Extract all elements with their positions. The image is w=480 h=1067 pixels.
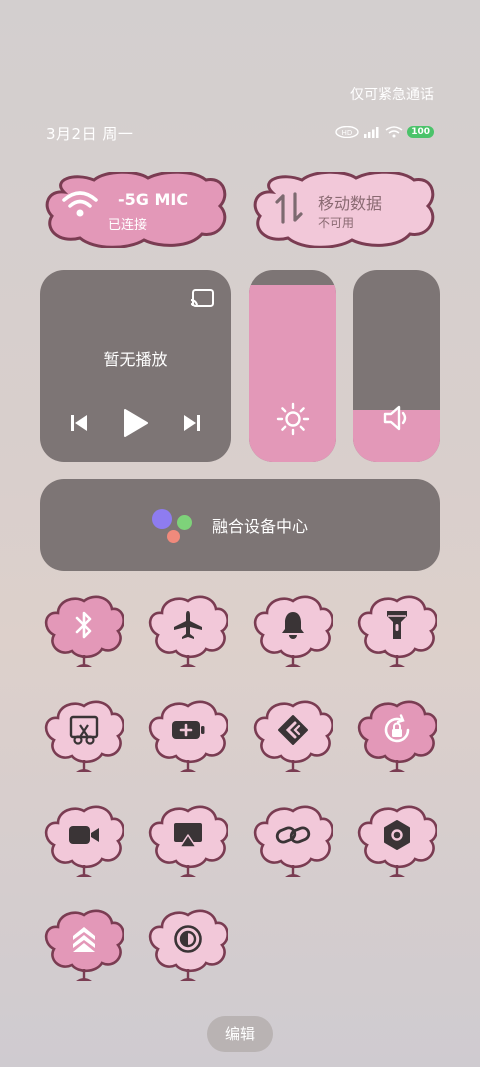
toggle-bluetooth[interactable]	[44, 595, 124, 675]
wifi-network-name: -5G MIC	[118, 190, 189, 209]
toggle-nfc[interactable]	[357, 805, 437, 885]
dark-mode-icon	[173, 924, 203, 958]
media-title: 暂无播放	[103, 350, 168, 369]
media-controls	[40, 408, 231, 442]
toggle-screenshot[interactable]	[44, 700, 124, 780]
link-icon	[275, 822, 311, 852]
mobile-data-status: 不可用	[318, 216, 355, 230]
toggle-screen-record[interactable]	[44, 805, 124, 885]
wifi-status-icon	[385, 126, 403, 138]
volume-icon	[382, 404, 412, 436]
signal-icon	[363, 126, 381, 138]
toggle-screen-cast[interactable]	[148, 805, 228, 885]
toggle-flashlight[interactable]	[357, 595, 437, 675]
play-icon[interactable]	[121, 408, 149, 442]
toggle-bell[interactable]	[253, 595, 333, 675]
device-center-label: 融合设备中心	[212, 517, 309, 536]
rotation-lock-icon	[381, 714, 413, 750]
emergency-calls-only-label: 仅可紧急通话	[350, 87, 434, 103]
hd-call-icon: HD	[335, 126, 359, 138]
cast-icon[interactable]	[189, 288, 215, 314]
volume-slider[interactable]	[353, 270, 440, 462]
toggle-battery-saver[interactable]	[148, 700, 228, 780]
mobile-data-tile[interactable]: 移动数据 不可用	[252, 172, 436, 248]
nfc-icon	[382, 819, 412, 855]
next-track-icon[interactable]	[181, 412, 203, 438]
battery-indicator: 100	[407, 126, 434, 138]
device-center-icon	[152, 509, 196, 543]
wifi-status: 已连接	[108, 218, 148, 233]
bell-icon	[279, 610, 307, 644]
toggle-share[interactable]	[253, 700, 333, 780]
brightness-slider[interactable]	[249, 270, 336, 462]
screen-record-icon	[67, 823, 101, 851]
status-icons: HD 100	[335, 124, 434, 140]
flashlight-icon	[385, 609, 409, 645]
wifi-tile[interactable]: -5G MIC 已连接	[44, 172, 228, 248]
date-label: 3月2日 周一	[46, 125, 134, 143]
airplane-icon	[172, 609, 204, 645]
bluetooth-icon	[73, 610, 95, 644]
performance-mode-icon	[70, 924, 98, 958]
mobile-data-label: 移动数据	[318, 194, 383, 213]
brightness-icon	[276, 402, 310, 440]
toggle-performance-mode[interactable]	[44, 909, 124, 989]
screen-cast-icon	[172, 820, 204, 854]
device-center-button[interactable]: 融合设备中心	[40, 479, 440, 571]
previous-track-icon[interactable]	[68, 412, 90, 438]
toggle-link[interactable]	[253, 805, 333, 885]
toggle-airplane[interactable]	[148, 595, 228, 675]
media-player-card[interactable]: 暂无播放	[40, 270, 231, 462]
share-icon	[277, 714, 309, 750]
toggle-dark-mode[interactable]	[148, 909, 228, 989]
screenshot-icon	[68, 714, 100, 750]
svg-text:HD: HD	[342, 129, 353, 137]
edit-button[interactable]: 编辑	[207, 1016, 273, 1052]
toggle-rotation-lock[interactable]	[357, 700, 437, 780]
battery-saver-icon	[170, 718, 206, 746]
